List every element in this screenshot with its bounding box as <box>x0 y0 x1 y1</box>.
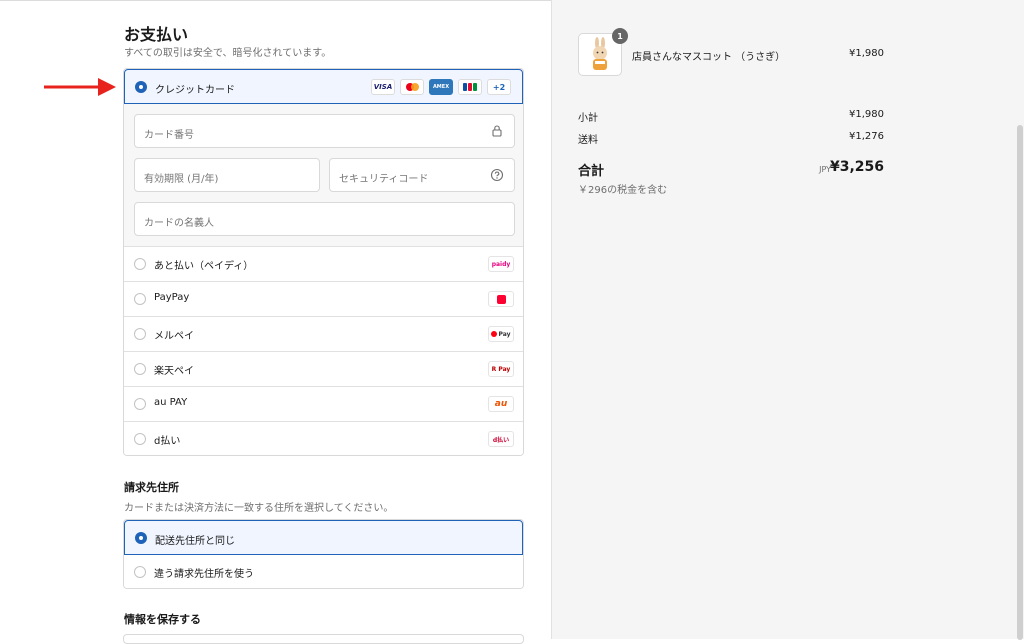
billing-option-same[interactable]: 配送先住所と同じ <box>124 520 523 555</box>
payment-option-paypay[interactable]: PayPay <box>124 281 523 317</box>
billing-different-label: 違う請求先住所を使う <box>154 569 254 580</box>
rakuten-pay-label: 楽天ペイ <box>154 366 194 377</box>
save-info-title: 情報を保存する <box>124 613 201 626</box>
cardholder-name-field[interactable]: カードの名義人 <box>134 202 515 236</box>
product-name: 店員さんなマスコット （うさぎ） <box>632 52 786 63</box>
paypay-icon <box>488 291 514 307</box>
jcb-icon <box>458 79 482 95</box>
payment-option-paidy[interactable]: あと払い（ペイディ） paidy <box>124 246 523 282</box>
paidy-label: あと払い（ペイディ） <box>154 261 254 272</box>
security-code-field[interactable]: セキュリティコード <box>329 158 515 192</box>
card-number-field[interactable]: カード番号 <box>134 114 515 148</box>
payment-option-credit-card[interactable]: クレジットカード VISA AMEX +2 <box>124 69 523 104</box>
amex-icon: AMEX <box>429 79 453 95</box>
visa-icon: VISA <box>371 79 395 95</box>
merpay-label: メルペイ <box>154 331 194 342</box>
credit-card-label: クレジットカード <box>155 85 235 96</box>
au-pay-radio[interactable] <box>134 398 146 410</box>
payment-option-rakuten-pay[interactable]: 楽天ペイ R Pay <box>124 351 523 387</box>
cardholder-name-placeholder: カードの名義人 <box>144 218 214 229</box>
rakuten-pay-radio[interactable] <box>134 363 146 375</box>
payment-option-d-barai[interactable]: d払い d払い <box>124 421 523 455</box>
paypay-radio[interactable] <box>134 293 146 305</box>
security-code-placeholder: セキュリティコード <box>339 174 429 185</box>
tax-note: ￥296の税金を含む <box>578 185 668 196</box>
billing-option-different[interactable]: 違う請求先住所を使う <box>124 555 523 588</box>
credit-card-radio[interactable] <box>135 81 147 93</box>
paidy-icon: paidy <box>488 256 514 272</box>
billing-same-radio[interactable] <box>135 532 147 544</box>
payment-option-merpay[interactable]: メルペイ Pay <box>124 316 523 352</box>
d-barai-icon: d払い <box>488 431 514 447</box>
paypay-label: PayPay <box>154 292 190 303</box>
billing-same-label: 配送先住所と同じ <box>155 536 235 547</box>
subtotal-value: ¥1,980 <box>849 109 884 120</box>
merpay-icon: Pay <box>488 326 514 342</box>
more-card-brands-badge: +2 <box>487 79 511 95</box>
lock-icon <box>492 125 502 137</box>
payment-methods: クレジットカード VISA AMEX +2 カード番号 有効期限 (月/年) セ… <box>123 68 524 456</box>
order-summary <box>551 0 1024 640</box>
total-value: ¥3,256 <box>829 159 884 175</box>
save-info-box <box>123 634 524 644</box>
payment-title: お支払い <box>124 25 189 44</box>
quantity-badge: 1 <box>612 28 628 44</box>
shipping-label: 送料 <box>578 135 598 146</box>
card-form: カード番号 有効期限 (月/年) セキュリティコード カードの名義人 <box>124 104 523 246</box>
paidy-radio[interactable] <box>134 258 146 270</box>
expiry-placeholder: 有効期限 (月/年) <box>144 174 219 185</box>
au-pay-label: au PAY <box>154 397 188 408</box>
scrollbar[interactable] <box>1017 125 1023 640</box>
expiry-field[interactable]: 有効期限 (月/年) <box>134 158 320 192</box>
merpay-radio[interactable] <box>134 328 146 340</box>
rakuten-pay-icon: R Pay <box>488 361 514 377</box>
d-barai-label: d払い <box>154 436 181 447</box>
billing-options: 配送先住所と同じ 違う請求先住所を使う <box>123 519 524 589</box>
card-brand-icons: VISA AMEX +2 <box>371 79 511 97</box>
mastercard-icon <box>400 79 424 95</box>
shipping-value: ¥1,276 <box>849 131 884 142</box>
product-price: ¥1,980 <box>849 48 884 59</box>
billing-title: 請求先住所 <box>124 481 179 494</box>
payment-subtitle: すべての取引は安全で、暗号化されています。 <box>124 48 332 59</box>
au-pay-icon: au <box>488 396 514 412</box>
payment-option-au-pay[interactable]: au PAY au <box>124 386 523 422</box>
red-annotation-arrow <box>44 78 116 96</box>
help-icon[interactable] <box>490 168 504 182</box>
billing-subtitle: カードまたは決済方法に一致する住所を選択してください。 <box>124 503 394 514</box>
billing-different-radio[interactable] <box>134 566 146 578</box>
d-barai-radio[interactable] <box>134 433 146 445</box>
subtotal-label: 小計 <box>578 113 598 124</box>
card-number-placeholder: カード番号 <box>144 130 194 141</box>
total-label: 合計 <box>578 164 605 179</box>
